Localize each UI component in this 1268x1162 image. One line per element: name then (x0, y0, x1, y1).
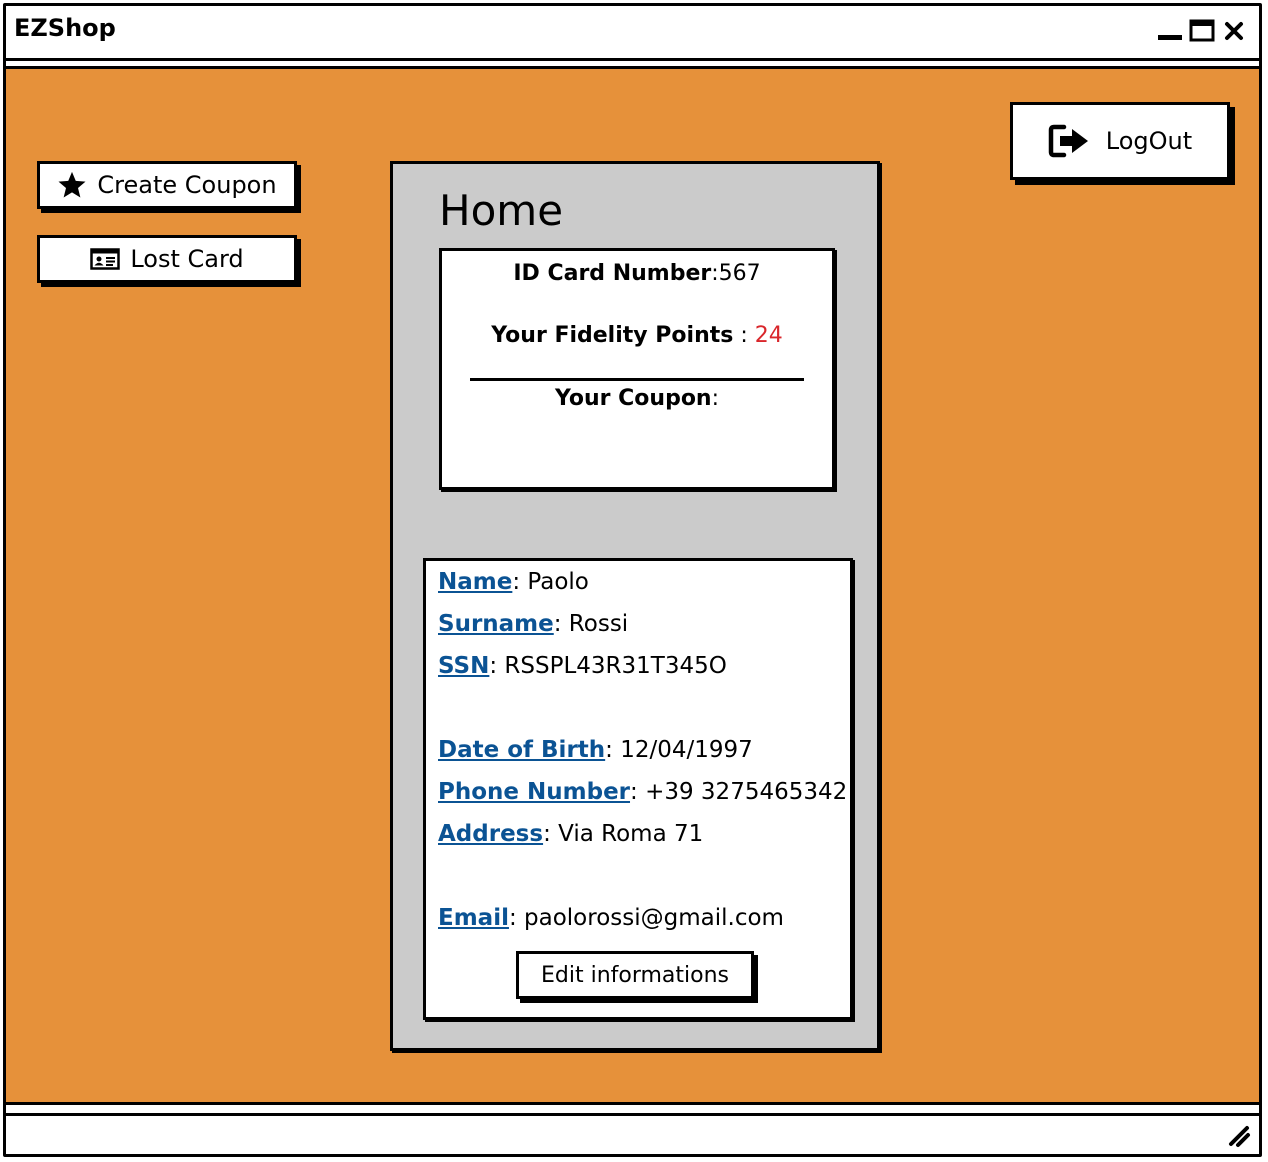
user-info-box: Name: Paolo Surname: Rossi SSN: RSSPL43R… (423, 558, 853, 1020)
info-email-row: Email: paolorossi@gmail.com (438, 905, 784, 931)
home-panel: Home ID Card Number:567 Your Fidelity Po… (390, 161, 880, 1051)
status-bar (6, 1113, 1259, 1154)
minimize-button[interactable] (1157, 18, 1183, 44)
lost-card-button[interactable]: Lost Card (37, 235, 297, 283)
info-birth-row: Date of Birth: 12/04/1997 (438, 737, 753, 763)
address-value: : Via Roma 71 (543, 821, 704, 847)
fidelity-points-label: Your Fidelity Points (491, 323, 734, 348)
date-of-birth-value: : 12/04/1997 (605, 737, 753, 763)
fidelity-points: Your Fidelity Points : 24 (442, 323, 832, 348)
ssn-link[interactable]: SSN (438, 653, 489, 679)
close-icon (1225, 22, 1243, 40)
info-ssn-row: SSN: RSSPL43R31T345O (438, 653, 727, 679)
info-address-row: Address: Via Roma 71 (438, 821, 703, 847)
resize-handle-icon[interactable] (1225, 1122, 1251, 1148)
fidelity-points-value: 24 (754, 323, 783, 348)
create-coupon-label: Create Coupon (97, 171, 277, 199)
app-title: EZShop (14, 14, 116, 42)
coupon-section: Your Coupon: (442, 386, 832, 411)
date-of-birth-link[interactable]: Date of Birth (438, 737, 605, 763)
info-surname-row: Surname: Rossi (438, 611, 628, 637)
name-link[interactable]: Name (438, 569, 512, 595)
minimize-icon (1158, 35, 1182, 40)
surname-link[interactable]: Surname (438, 611, 554, 637)
ssn-value: : RSSPL43R31T345O (489, 653, 727, 679)
coupon-separator: : (711, 386, 720, 411)
star-icon (58, 171, 86, 198)
logout-button[interactable]: LogOut (1010, 102, 1230, 180)
title-bar: EZShop (6, 6, 1259, 61)
main-content: Create Coupon Lost Card LogOut Home ID C… (6, 66, 1259, 1105)
info-name-row: Name: Paolo (438, 569, 589, 595)
card-divider (470, 378, 804, 381)
fidelity-card-box: ID Card Number:567 Your Fidelity Points … (439, 248, 835, 490)
create-coupon-button[interactable]: Create Coupon (37, 161, 297, 209)
id-card-icon (90, 248, 121, 270)
close-button[interactable] (1221, 18, 1247, 44)
page-title: Home (439, 186, 564, 235)
logout-icon (1048, 124, 1088, 158)
phone-number-value: : +39 3275465342 (630, 779, 848, 805)
window-controls (1157, 18, 1247, 44)
id-card-number: ID Card Number:567 (442, 261, 832, 286)
edit-informations-button[interactable]: Edit informations (516, 951, 754, 999)
info-phone-row: Phone Number: +39 3275465342 (438, 779, 847, 805)
fidelity-points-separator: : (733, 323, 755, 348)
coupon-label: Your Coupon (554, 386, 712, 411)
phone-number-link[interactable]: Phone Number (438, 779, 630, 805)
name-value: : Paolo (512, 569, 589, 595)
logout-label: LogOut (1105, 127, 1193, 155)
surname-value: : Rossi (553, 611, 629, 637)
app-window: EZShop Create Coupon Lost Card LogOut Ho… (3, 3, 1262, 1157)
email-link[interactable]: Email (438, 905, 509, 931)
maximize-button[interactable] (1189, 18, 1215, 44)
lost-card-label: Lost Card (130, 245, 244, 273)
maximize-icon (1189, 19, 1215, 42)
email-value: : paolorossi@gmail.com (508, 905, 784, 931)
id-card-label: ID Card Number (513, 261, 712, 286)
id-card-value: :567 (711, 261, 761, 286)
address-link[interactable]: Address (438, 821, 543, 847)
